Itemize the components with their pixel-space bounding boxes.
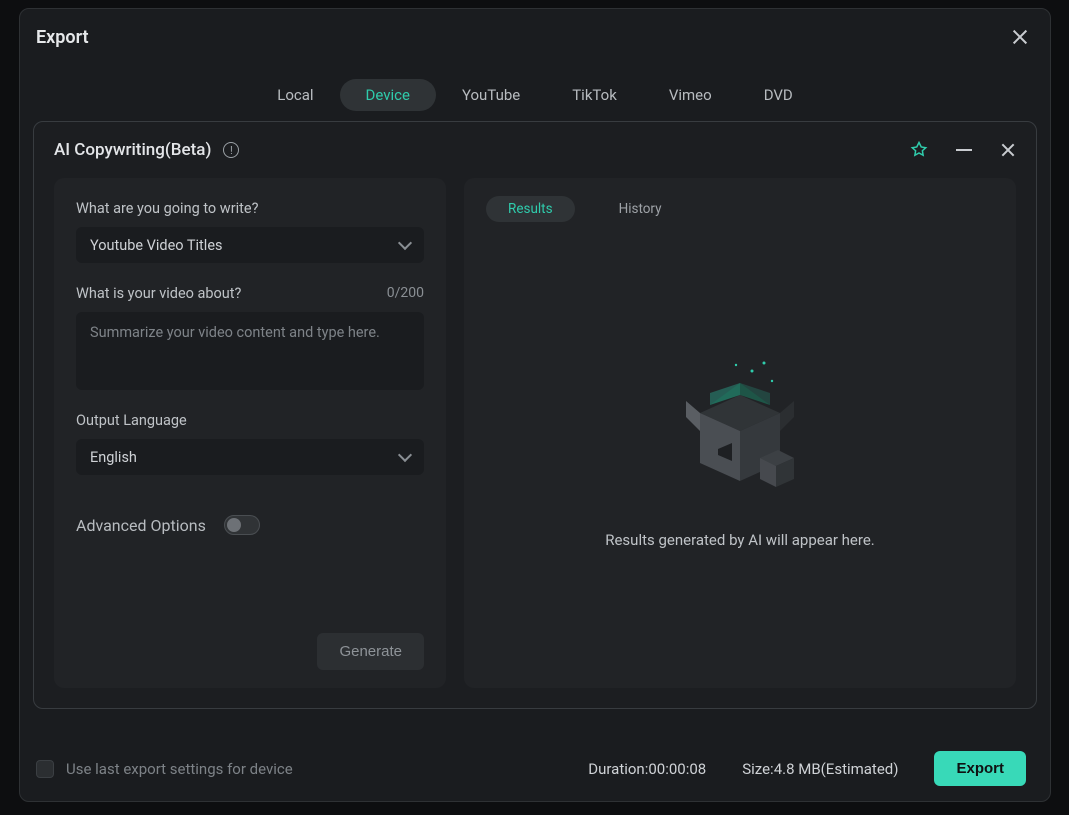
modal-header: Export xyxy=(20,9,1050,65)
info-icon[interactable]: ! xyxy=(223,142,239,158)
ai-panel-title: AI Copywriting(Beta) xyxy=(54,140,211,160)
tab-tiktok[interactable]: TikTok xyxy=(546,79,643,111)
about-counter: 0/200 xyxy=(387,285,424,302)
empty-box-icon xyxy=(660,353,820,503)
advanced-options-toggle[interactable] xyxy=(224,515,260,535)
empty-text: Results generated by AI will appear here… xyxy=(605,531,875,549)
export-button[interactable]: Export xyxy=(934,751,1026,786)
export-tabs: Local Device YouTube TikTok Vimeo DVD xyxy=(20,65,1050,121)
close-panel-icon[interactable] xyxy=(1000,142,1016,158)
prompt-type-value: Youtube Video Titles xyxy=(90,237,223,254)
close-icon[interactable] xyxy=(1010,27,1030,47)
about-label-row: What is your video about? 0/200 xyxy=(76,285,424,302)
language-value: English xyxy=(90,449,137,466)
tab-history[interactable]: History xyxy=(597,196,684,222)
tab-vimeo[interactable]: Vimeo xyxy=(643,79,738,111)
size-info: Size:4.8 MB(Estimated) xyxy=(742,760,898,778)
language-select[interactable]: English xyxy=(76,439,424,475)
chevron-down-icon xyxy=(398,236,412,250)
advanced-options-label: Advanced Options xyxy=(76,516,206,535)
pin-icon[interactable] xyxy=(910,141,928,159)
about-input[interactable] xyxy=(76,312,424,390)
prompt-type-select[interactable]: Youtube Video Titles xyxy=(76,227,424,263)
ai-panel-header: AI Copywriting(Beta) ! xyxy=(54,140,1016,160)
modal-footer: Use last export settings for device Dura… xyxy=(20,735,1050,801)
ai-results-pane: Results History xyxy=(464,178,1016,688)
language-label: Output Language xyxy=(76,412,424,429)
use-last-settings-checkbox[interactable] xyxy=(36,760,54,778)
modal-title: Export xyxy=(36,27,89,48)
tab-device[interactable]: Device xyxy=(340,79,436,111)
tab-dvd[interactable]: DVD xyxy=(738,79,819,111)
chevron-down-icon xyxy=(398,448,412,462)
tab-youtube[interactable]: YouTube xyxy=(436,79,546,111)
prompt-type-label: What are you going to write? xyxy=(76,200,424,217)
export-modal: Export Local Device YouTube TikTok Vimeo… xyxy=(19,8,1051,802)
tab-results[interactable]: Results xyxy=(486,196,575,222)
empty-state: Results generated by AI will appear here… xyxy=(486,232,994,670)
duration-info: Duration:00:00:08 xyxy=(588,760,706,778)
generate-button[interactable]: Generate xyxy=(317,633,424,670)
about-label: What is your video about? xyxy=(76,285,241,302)
ai-copywriting-panel: AI Copywriting(Beta) ! What are you goin… xyxy=(33,121,1037,709)
tab-local[interactable]: Local xyxy=(251,79,339,111)
minimize-icon[interactable] xyxy=(956,149,972,151)
ai-input-pane: What are you going to write? Youtube Vid… xyxy=(54,178,446,688)
use-last-settings-label: Use last export settings for device xyxy=(66,760,293,778)
